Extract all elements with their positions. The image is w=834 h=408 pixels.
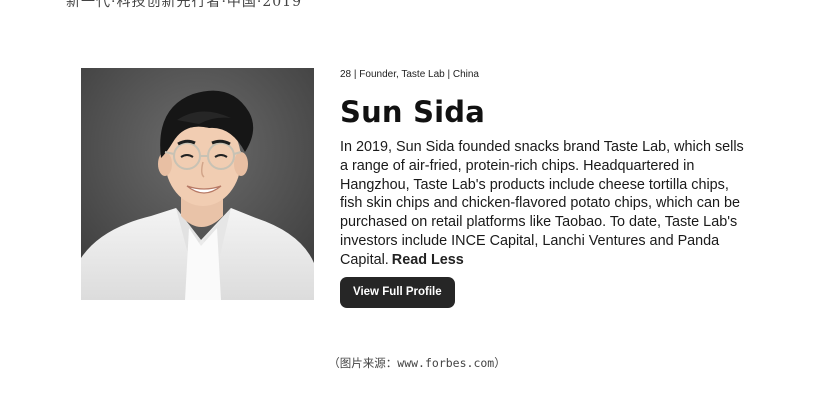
profile-name: Sun Sida <box>340 95 486 129</box>
cropped-header-text: 新一代·科技创新先行者·中国·2019 <box>66 0 302 10</box>
profile-meta: 28 | Founder, Taste Lab | China <box>340 69 479 80</box>
profile-photo <box>81 68 314 300</box>
view-full-profile-button[interactable]: View Full Profile <box>340 277 455 308</box>
profile-info: 28 | Founder, Taste Lab | China Sun Sida… <box>340 68 760 270</box>
read-less-link[interactable]: Read Less <box>392 252 464 268</box>
image-source-caption: （图片来源：www.forbes.com） <box>328 356 506 370</box>
portrait-image <box>81 68 314 300</box>
bio-text: In 2019, Sun Sida founded snacks brand T… <box>340 139 744 268</box>
profile-bio: In 2019, Sun Sida founded snacks brand T… <box>340 138 745 270</box>
profile-card: 28 | Founder, Taste Lab | China Sun Sida… <box>81 68 761 318</box>
